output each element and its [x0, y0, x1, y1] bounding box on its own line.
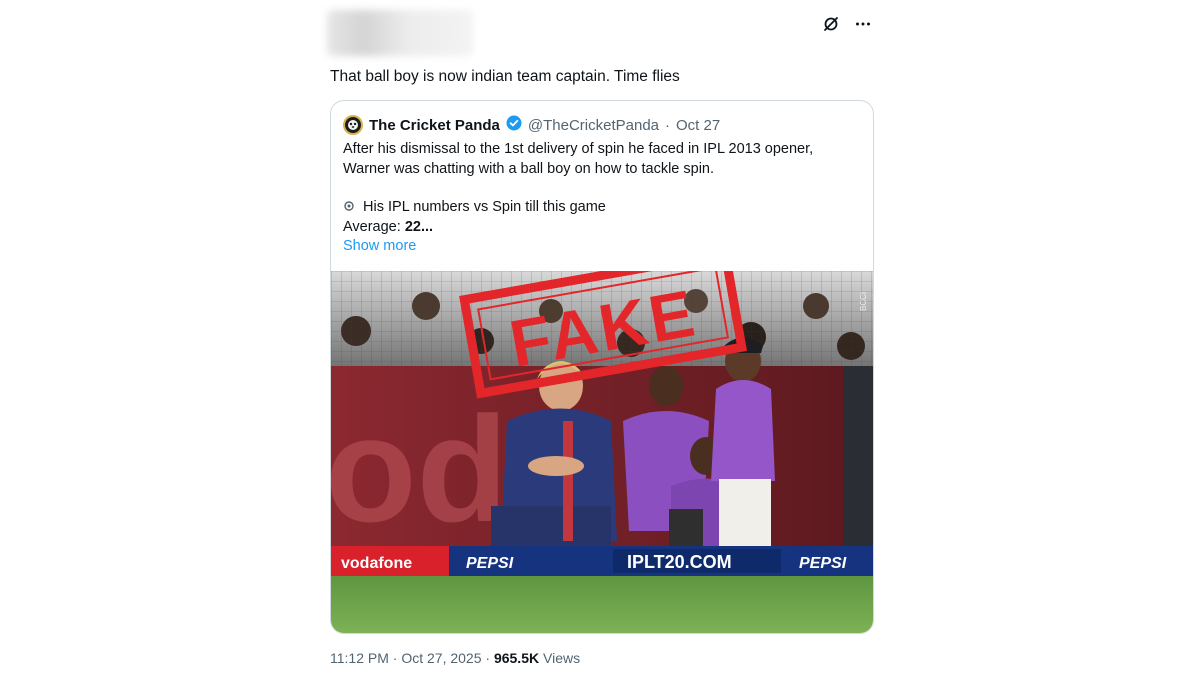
quote-separator: ·	[665, 116, 671, 134]
quoted-tweet[interactable]: The Cricket Panda @TheCricketPanda · Oct…	[330, 100, 874, 634]
quote-line: Warner was chatting with a ball boy on h…	[343, 160, 715, 177]
quote-average-line: Average: 22...	[343, 218, 863, 238]
quote-stat-line: His IPL numbers vs Spin till this game	[343, 198, 863, 218]
timestamp[interactable]: 11:12 PM · Oct 27, 2025	[330, 650, 482, 666]
average-value: 22...	[404, 218, 434, 235]
average-label: Average:	[343, 218, 405, 235]
views-label: Views	[543, 650, 581, 666]
top-actions	[821, 14, 873, 34]
perimeter-ads: vodafone PEPSI IPLT20.COM PEPSI	[331, 546, 873, 576]
blurred-author	[327, 10, 473, 56]
quote-line: After his dismissal to the 1st delivery …	[343, 141, 814, 157]
quote-author-name[interactable]: The Cricket Panda	[369, 117, 500, 134]
grok-icon[interactable]	[821, 14, 841, 34]
quote-header: The Cricket Panda @TheCricketPanda · Oct…	[343, 115, 720, 135]
tweet: That ball boy is now indian team captain…	[315, 0, 887, 675]
stat-bullet-icon	[343, 199, 363, 215]
tweet-meta: 11:12 PM · Oct 27, 2025 · 965.5K Views	[330, 650, 580, 666]
quote-line: His IPL numbers vs Spin till this game	[363, 199, 606, 215]
quote-date[interactable]: Oct 27	[676, 117, 720, 134]
ad-pepsi-right: PEPSI	[799, 555, 847, 572]
ad-ipl: IPLT20.COM	[627, 552, 732, 572]
ad-pepsi: PEPSI	[466, 555, 514, 572]
grass	[331, 576, 873, 633]
verified-badge-icon	[506, 115, 522, 135]
photo-credit: BCCI	[859, 292, 868, 311]
meta-separator: ·	[485, 650, 491, 666]
quote-photo[interactable]: odo vodafone PEPSI IPLT20.COM PEPSI BCCI…	[331, 271, 873, 633]
show-more-link[interactable]: Show more	[343, 238, 416, 254]
quote-body: After his dismissal to the 1st delivery …	[343, 140, 863, 257]
views-count: 965.5K	[493, 650, 540, 666]
more-options-icon[interactable]	[853, 14, 873, 34]
ad-vodafone: vodafone	[341, 555, 412, 572]
tweet-text: That ball boy is now indian team captain…	[330, 68, 680, 85]
quote-author-handle[interactable]: @TheCricketPanda	[528, 117, 659, 134]
quote-avatar[interactable]	[343, 115, 363, 135]
